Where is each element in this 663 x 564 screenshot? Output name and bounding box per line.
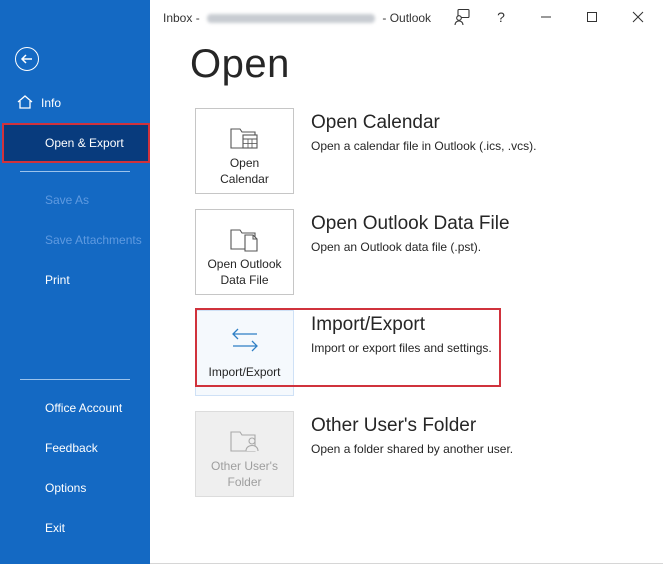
help-button[interactable]: ? (488, 5, 514, 29)
import-export-tile[interactable]: Import/Export (195, 310, 294, 396)
tile-label: Import/Export (208, 365, 281, 379)
sidebar-item-office-account[interactable]: Office Account (0, 388, 150, 428)
sidebar-item-open-export[interactable]: Open & Export (2, 123, 150, 163)
close-button[interactable] (625, 5, 651, 29)
sidebar-item-options[interactable]: Options (0, 468, 150, 508)
open-data-file-tile[interactable]: Open Outlook Data File (195, 209, 294, 295)
option-description: Open a folder shared by another user. (311, 442, 514, 456)
title-bar: Inbox - - Outlook ? (150, 0, 663, 34)
sidebar-item-info[interactable]: Info (0, 83, 150, 123)
sidebar-item-label: Feedback (45, 441, 98, 455)
option-description: Import or export files and settings. (311, 341, 492, 355)
option-title: Open Calendar (311, 112, 440, 133)
close-icon (632, 11, 644, 23)
option-title: Other User's Folder (311, 415, 477, 436)
maximize-button[interactable] (579, 5, 605, 29)
open-calendar-tile[interactable]: Open Calendar (195, 108, 294, 194)
feedback-button[interactable] (449, 5, 475, 29)
tile-label: Open Calendar (220, 156, 269, 186)
option-description: Open an Outlook data file (.pst). (311, 240, 482, 254)
folder-user-icon (230, 431, 259, 452)
window-title: Inbox - - Outlook (163, 11, 431, 25)
page-title: Open (190, 42, 290, 86)
sidebar-item-label: Save Attachments (45, 233, 142, 247)
option-title: Open Outlook Data File (311, 213, 510, 234)
sidebar-item-label: Exit (45, 521, 66, 535)
help-icon: ? (497, 9, 505, 25)
redacted-account (207, 14, 376, 24)
sidebar-item-label: Office Account (45, 401, 123, 415)
other-users-folder-tile[interactable]: Other User's Folder (195, 411, 294, 497)
sidebar-divider (20, 171, 130, 172)
sidebar-item-save-as[interactable]: Save As (0, 180, 150, 220)
sidebar-item-print[interactable]: Print (0, 260, 150, 300)
maximize-icon (587, 12, 597, 22)
sidebar-item-label: Open & Export (45, 136, 124, 150)
sidebar-item-exit[interactable]: Exit (0, 508, 150, 548)
feedback-person-icon (454, 8, 470, 26)
minimize-icon (541, 16, 551, 18)
sidebar-divider (20, 379, 130, 380)
home-icon (17, 95, 33, 109)
folder-calendar-icon (230, 128, 258, 149)
back-button[interactable] (15, 47, 39, 71)
sidebar-item-label: Info (41, 96, 62, 110)
tile-label: Open Outlook Data File (207, 257, 282, 287)
import-export-arrows-icon (232, 328, 258, 352)
title-prefix: Inbox - (163, 11, 204, 25)
backstage-sidebar: Info Open & Export Save As Save Attachme… (0, 0, 150, 564)
back-arrow-icon (20, 54, 32, 64)
option-description: Open a calendar file in Outlook (.ics, .… (311, 139, 537, 153)
sidebar-item-label: Save As (45, 193, 90, 207)
minimize-button[interactable] (533, 5, 559, 29)
folder-file-icon (230, 229, 258, 252)
option-title: Import/Export (311, 314, 426, 335)
tile-label: Other User's Folder (211, 459, 278, 489)
sidebar-item-feedback[interactable]: Feedback (0, 428, 150, 468)
title-suffix: - Outlook (379, 11, 432, 25)
sidebar-item-label: Options (45, 481, 87, 495)
sidebar-item-save-attachments[interactable]: Save Attachments (0, 220, 150, 260)
sidebar-item-label: Print (45, 273, 70, 287)
